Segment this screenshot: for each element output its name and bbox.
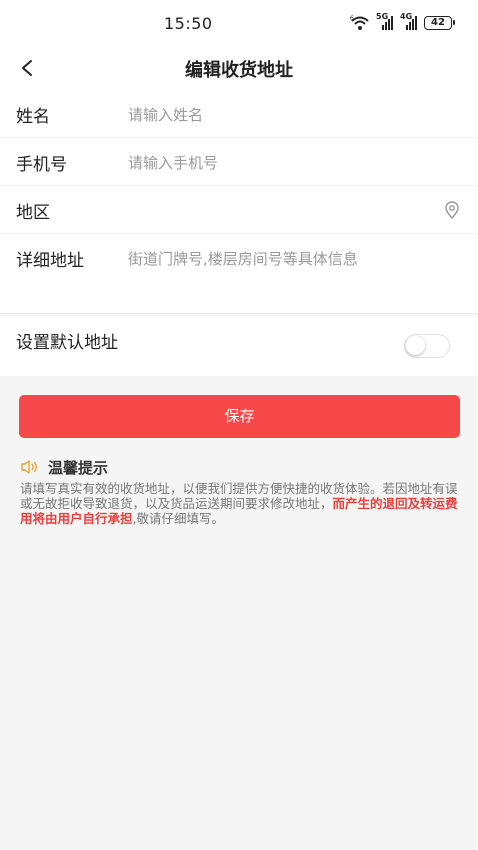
nav-bar: 编辑收货地址 (0, 46, 478, 90)
signal-4g-icon: 4G (400, 12, 418, 30)
name-input[interactable]: 请输入姓名 (128, 104, 203, 125)
location-pin-icon[interactable] (442, 200, 462, 220)
name-row[interactable]: 姓名 请输入姓名 (0, 90, 478, 138)
toggle-knob (406, 336, 425, 355)
tips-header: 温馨提示 (20, 456, 460, 478)
phone-label: 手机号 (16, 155, 67, 175)
detail-label: 详细地址 (16, 251, 84, 271)
speaker-icon (21, 460, 37, 474)
name-label: 姓名 (16, 107, 50, 127)
tips-title: 温馨提示 (48, 458, 109, 477)
region-label: 地区 (16, 203, 50, 223)
address-form: 姓名 请输入姓名 手机号 请输入手机号 地区 详细地址 街道门牌号,楼层房间号等… (0, 90, 478, 314)
wifi-icon: 6 (350, 15, 369, 30)
svg-text:6: 6 (350, 15, 354, 22)
status-indicators: 6 5G 4G 42 (350, 12, 455, 33)
detail-input[interactable]: 街道门牌号,楼层房间号等具体信息 (128, 248, 358, 269)
battery-icon: 42 (424, 16, 455, 30)
default-address-row: 设置默认地址 (0, 316, 478, 376)
tips-text: 请填写真实有效的收货地址，以便我们提供方便快捷的收货体验。若因地址有误或无故拒收… (20, 481, 460, 526)
tips-section: 温馨提示 请填写真实有效的收货地址，以便我们提供方便快捷的收货体验。若因地址有误… (20, 456, 460, 527)
page-title: 编辑收货地址 (185, 60, 293, 81)
default-address-toggle[interactable] (404, 334, 450, 358)
battery-level: 42 (431, 17, 445, 28)
default-address-label: 设置默认地址 (16, 333, 118, 353)
status-bar: 15:50 6 5G 4G 42 (0, 0, 478, 46)
region-row[interactable]: 地区 (0, 186, 478, 234)
signal-5g-icon: 5G (376, 12, 394, 30)
detail-row[interactable]: 详细地址 街道门牌号,楼层房间号等具体信息 (0, 234, 478, 314)
phone-input[interactable]: 请输入手机号 (128, 152, 218, 173)
phone-row[interactable]: 手机号 请输入手机号 (0, 138, 478, 186)
tips-text-end: ,敬请仔细填写。 (132, 511, 224, 526)
save-button[interactable]: 保存 (19, 395, 460, 438)
status-time: 15:50 (164, 14, 213, 33)
